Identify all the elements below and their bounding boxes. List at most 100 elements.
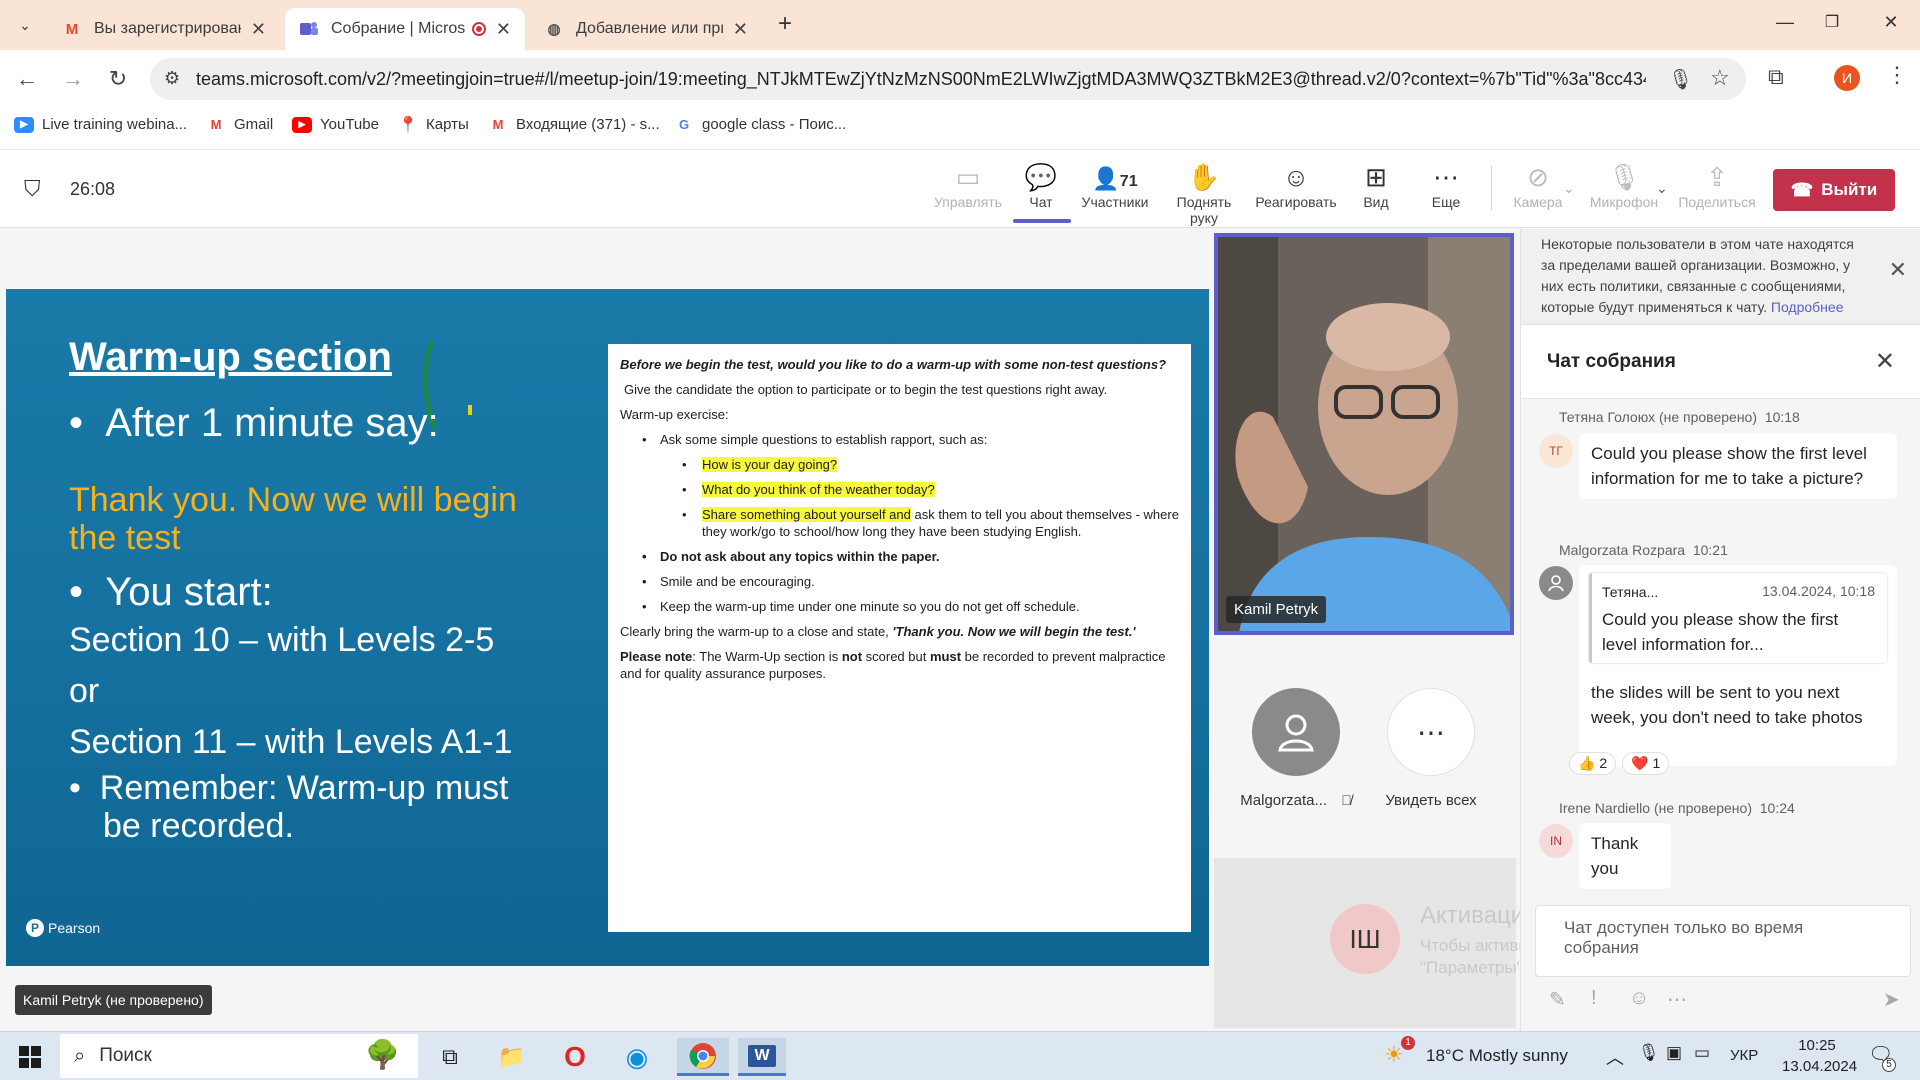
participant-video[interactable]: Kamil Petryk (1214, 233, 1514, 635)
tab-gmail[interactable]: M Вы зарегистрированы на PEAR ✕ (48, 8, 280, 50)
back-button[interactable]: ← (12, 64, 42, 94)
bookmark-inbox[interactable]: M Входящие (371) - s... (488, 116, 660, 133)
tab-title: Добавление или приглашение (576, 20, 723, 37)
url-text[interactable]: teams.microsoft.com/v2/?meetingjoin=true… (196, 69, 1646, 90)
raise-hand-button[interactable]: ✋ Поднять руку (1161, 160, 1247, 226)
bookmark-google-class[interactable]: G google class - Поис... (674, 116, 846, 133)
opera-icon[interactable]: O (553, 1038, 597, 1076)
google-icon: G (678, 117, 690, 132)
site-info-icon[interactable]: ⚙ (164, 68, 180, 89)
doc-ask: Ask some simple questions to establish r… (620, 431, 1179, 448)
tab-search-chevron-icon[interactable]: ⌄ (10, 12, 40, 38)
react-button[interactable]: ☺ Реагировать (1253, 160, 1339, 210)
bookmark-label: YouTube (320, 116, 379, 133)
send-icon[interactable]: ➤ (1883, 987, 1900, 1012)
chat-message: Could you please show the first level in… (1579, 433, 1897, 499)
close-icon[interactable]: ✕ (251, 19, 266, 40)
format-icon[interactable]: ✎ (1549, 987, 1566, 1012)
quoted-message[interactable]: Тетяна... 13.04.2024, 10:18 Could you pl… (1589, 573, 1887, 663)
forward-button[interactable]: → (58, 64, 88, 94)
close-icon[interactable]: ✕ (496, 19, 511, 40)
participant-tile-malgorzata[interactable]: Malgorzata... 🎙̸ (1236, 688, 1356, 809)
close-chat-icon[interactable]: ✕ (1875, 347, 1895, 376)
word-icon[interactable]: W (738, 1038, 786, 1076)
emoji-icon[interactable]: ☺ (1629, 987, 1649, 1010)
edge-icon[interactable]: ◉ (615, 1038, 659, 1076)
camera-options-chevron-icon[interactable]: ⌄ (1563, 180, 1575, 197)
leave-button[interactable]: ☎ Выйти (1773, 169, 1895, 211)
see-all-button[interactable]: ⋯ Увидеть всех (1376, 688, 1486, 809)
react-icon: ☺ (1282, 162, 1310, 192)
bookmark-star-icon[interactable]: ☆ (1710, 65, 1730, 91)
file-explorer-icon[interactable]: 📁 (490, 1038, 534, 1076)
shield-icon[interactable]: ⛉ (24, 176, 41, 202)
pearson-icon: P (26, 919, 44, 937)
profile-avatar[interactable]: И (1834, 65, 1860, 91)
gmail-icon: M (65, 20, 79, 38)
toolbar-label: Управлять (934, 194, 1002, 210)
avatar[interactable]: ТГ (1539, 434, 1573, 468)
close-icon[interactable]: ✕ (733, 19, 748, 40)
chat-composer[interactable]: Чат доступен только во время собрания (1535, 905, 1911, 977)
message-meta: Irene Nardiello (не проверено) 10:24 (1559, 800, 1795, 816)
reload-button[interactable]: ↻ (103, 64, 133, 94)
doc-quote: 'Thank you. Now we will begin the test.' (892, 624, 1136, 639)
pearson-logo: P Pearson (26, 919, 100, 937)
battery-icon[interactable]: ▭ (1694, 1043, 1710, 1063)
bookmark-live-training[interactable]: ▶ Live training webina... (14, 116, 187, 133)
chat-message: Thank you (1579, 823, 1671, 889)
taskbar-search[interactable]: ⌕ Поиск 🌳 (60, 1034, 418, 1078)
tile-label: Увидеть всех (1385, 792, 1477, 809)
window-close-button[interactable]: ✕ (1876, 12, 1906, 33)
more-options-icon[interactable]: ⋯ (1667, 987, 1687, 1012)
chat-button[interactable]: 💬 Чат (999, 160, 1083, 210)
person-icon[interactable] (1539, 566, 1573, 600)
chat-header: Чат собрания ✕ (1521, 325, 1920, 399)
bookmark-youtube[interactable]: ▶ YouTube (292, 116, 379, 133)
slide-bullet-3: • Remember: Warm-up must be recorded. (69, 769, 509, 845)
more-button[interactable]: ⋯ Еще (1404, 160, 1488, 210)
tab-teams-meeting[interactable]: Собрание | Microsoft Teams ✕ (285, 8, 525, 50)
quote-text: Could you please show the first level in… (1602, 610, 1839, 654)
toolbar-label: Чат (1029, 194, 1053, 210)
display-icon[interactable]: ▣ (1666, 1043, 1682, 1063)
reaction-heart[interactable]: ❤️ 1 (1622, 752, 1670, 775)
bookmark-maps[interactable]: 📍 Карты (398, 116, 469, 134)
browser-menu-icon[interactable]: ⋮ (1886, 62, 1908, 88)
minimize-button[interactable]: — (1770, 12, 1800, 33)
restore-button[interactable]: ❐ (1817, 12, 1847, 32)
meeting-toolbar: ⛉ 26:08 ▭ Управлять 💬 Чат 👤71 Участники … (0, 150, 1920, 228)
toolbar-label: Еще (1431, 194, 1461, 210)
microphone-button[interactable]: 🎙 Микрофон (1582, 160, 1666, 210)
tab-add-invite[interactable]: ◍ Добавление или приглашение ✕ (530, 8, 762, 50)
quote-time: 13.04.2024, 10:18 (1762, 583, 1875, 599)
extensions-icon[interactable]: ⧉ (1768, 64, 1784, 90)
toolbar-label: Поднять руку (1176, 194, 1232, 226)
reaction-like[interactable]: 👍 2 (1569, 752, 1617, 775)
doc-exercise: Warm-up exercise: (620, 407, 729, 422)
participants-button[interactable]: 👤71 Участники (1073, 160, 1157, 210)
microphone-tray-icon[interactable]: 🎙 (1638, 1043, 1660, 1063)
url-bar[interactable]: ⚙ teams.microsoft.com/v2/?meetingjoin=tr… (150, 58, 1746, 100)
task-view-icon[interactable]: ⧉ (428, 1038, 472, 1076)
bookmark-gmail[interactable]: M Gmail (206, 116, 274, 133)
share-button[interactable]: ⇪ Поделиться (1675, 160, 1759, 210)
chrome-icon[interactable] (677, 1038, 729, 1076)
show-hidden-icons-icon[interactable]: ︿ (1606, 1044, 1624, 1070)
priority-icon[interactable]: ! (1591, 987, 1597, 1010)
learn-more-link[interactable]: Подробнее (1771, 299, 1844, 315)
clock-date: 13.04.2024 (1782, 1058, 1858, 1075)
weather-text[interactable]: 18°C Mostly sunny (1426, 1046, 1568, 1066)
language-indicator[interactable]: УКР (1730, 1047, 1758, 1064)
windows-start-icon[interactable] (8, 1038, 52, 1076)
manage-button[interactable]: ▭ Управлять (926, 160, 1010, 210)
avatar[interactable]: IN (1539, 824, 1573, 858)
slide-bullet-1: • After 1 minute say: (69, 401, 439, 445)
microphone-icon[interactable]: 🎙 (1668, 67, 1693, 92)
new-tab-button[interactable]: + (770, 10, 800, 38)
close-icon[interactable]: ✕ (1889, 259, 1907, 281)
doc-text: not (841, 649, 863, 664)
mic-options-chevron-icon[interactable]: ⌄ (1656, 180, 1668, 197)
message-time: 10:24 (1759, 800, 1795, 816)
clock[interactable]: 10:25 13.04.2024 (1782, 1037, 1858, 1075)
